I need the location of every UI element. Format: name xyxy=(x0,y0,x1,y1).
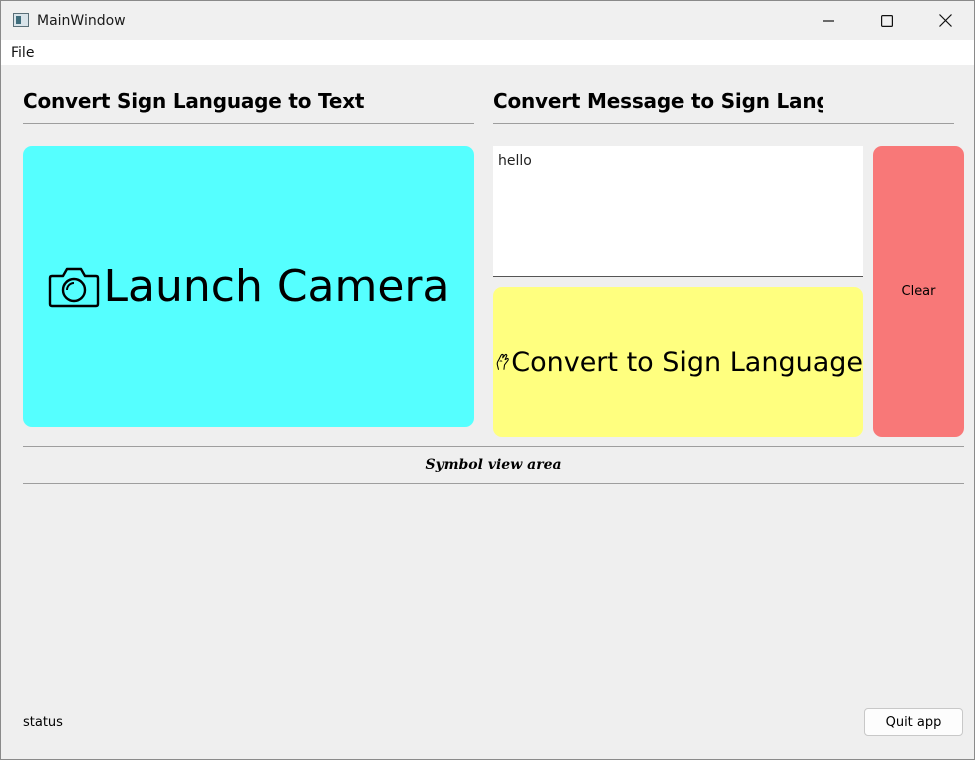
launch-camera-button[interactable]: Launch Camera xyxy=(23,146,474,427)
hand-sign-icon xyxy=(496,353,509,370)
maximize-icon xyxy=(881,14,893,27)
menu-file[interactable]: File xyxy=(11,45,34,61)
minimize-button[interactable] xyxy=(800,1,858,40)
symbol-top-divider xyxy=(23,446,964,447)
convert-to-sign-button[interactable]: Convert to Sign Language xyxy=(493,287,863,437)
menu-bar: File xyxy=(1,40,974,65)
symbol-view-area xyxy=(23,485,964,695)
symbol-bottom-divider xyxy=(23,483,964,484)
window-title: MainWindow xyxy=(37,13,126,29)
message-to-sign-title: Convert Message to Sign Language xyxy=(493,89,823,113)
close-button[interactable] xyxy=(916,1,974,40)
convert-to-sign-label: Convert to Sign Language xyxy=(511,346,863,378)
close-icon xyxy=(938,14,952,27)
minimize-icon xyxy=(823,19,834,22)
maximize-button[interactable] xyxy=(858,1,916,40)
quit-app-button[interactable]: Quit app xyxy=(864,708,963,736)
camera-icon xyxy=(48,267,99,307)
status-label: status xyxy=(23,715,63,730)
sign-to-text-title: Convert Sign Language to Text xyxy=(23,89,365,113)
clear-button[interactable]: Clear xyxy=(873,146,964,437)
right-title-divider xyxy=(493,123,954,124)
left-title-divider xyxy=(23,123,474,124)
app-window-icon xyxy=(13,13,29,27)
main-window: MainWindow File Convert Sign Language to… xyxy=(0,0,975,760)
message-input[interactable] xyxy=(493,146,863,277)
title-bar[interactable]: MainWindow xyxy=(1,1,974,40)
symbol-view-label: Symbol view area xyxy=(425,457,562,473)
launch-camera-label: Launch Camera xyxy=(103,261,450,312)
